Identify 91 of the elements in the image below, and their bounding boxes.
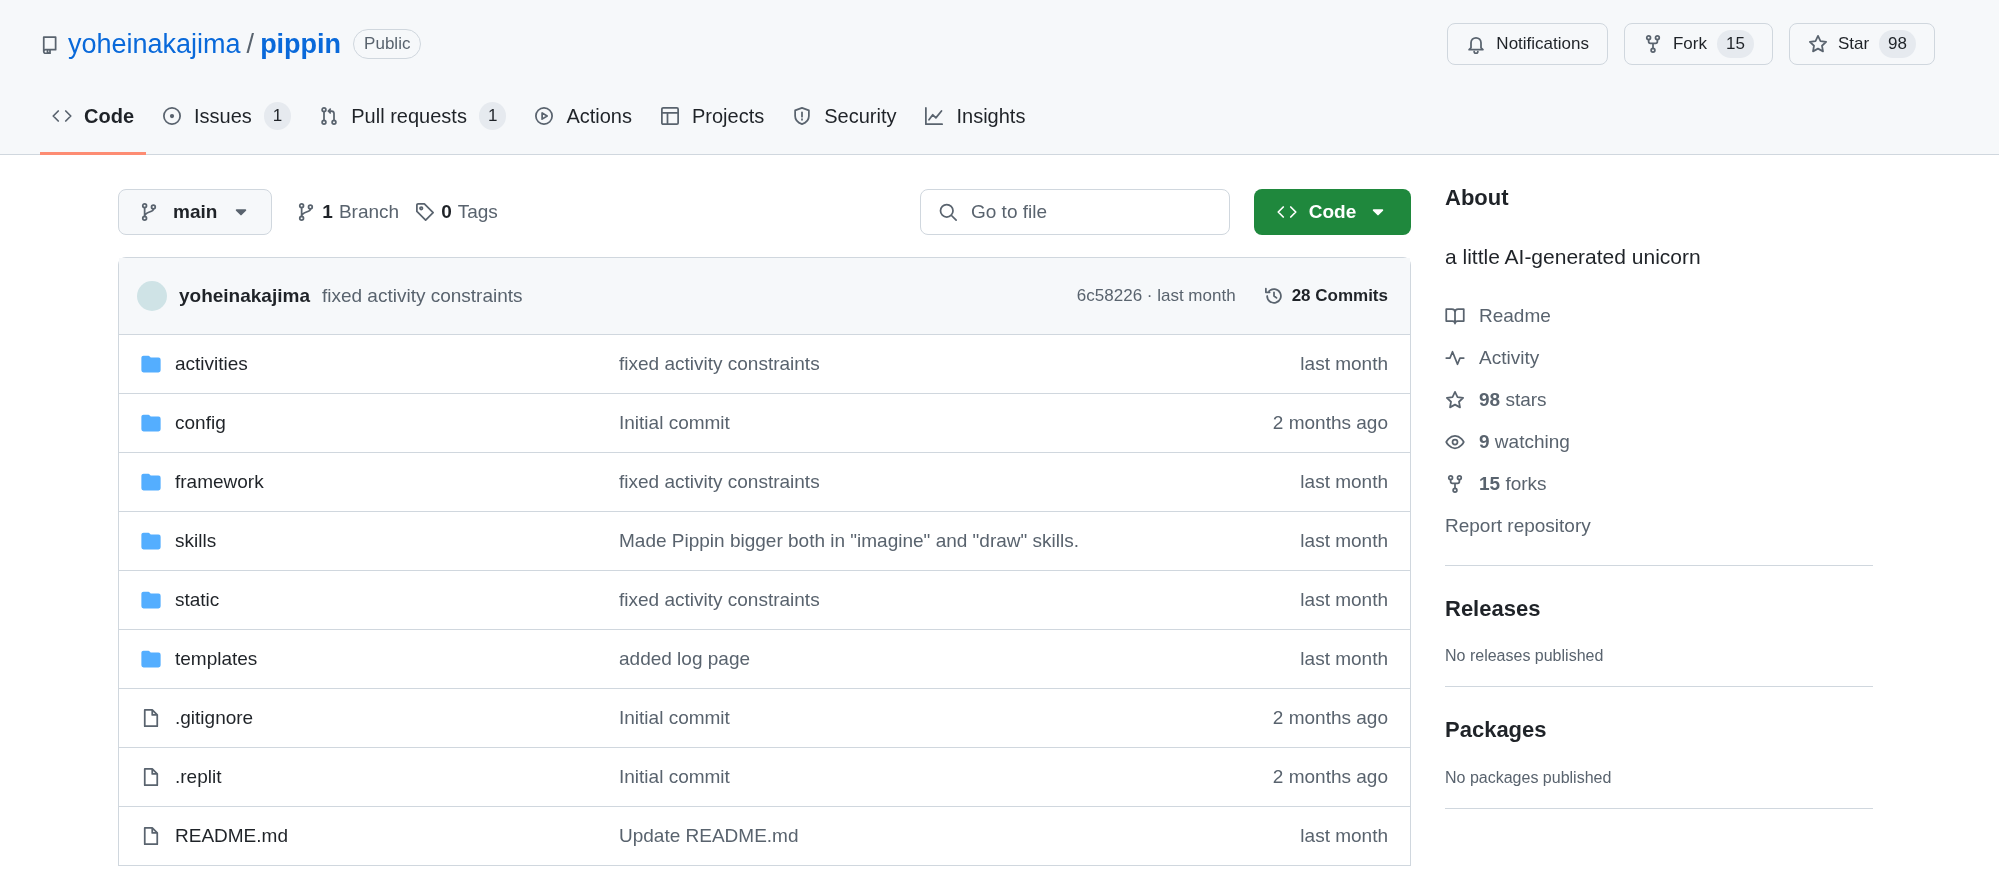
tab[interactable]: Insights <box>912 80 1038 155</box>
play-icon <box>534 106 555 126</box>
commit-time: last month <box>1300 587 1388 612</box>
file-icon <box>141 767 161 787</box>
sidebar-link[interactable]: 15 forks <box>1445 462 1547 505</box>
file-icon <box>141 826 161 846</box>
star-icon <box>1807 34 1828 54</box>
tag-icon <box>415 202 436 222</box>
file-name-link[interactable]: static <box>175 585 220 615</box>
file-name-link[interactable]: README.md <box>175 821 288 851</box>
code-button[interactable]: Code <box>1254 189 1411 235</box>
bell-icon <box>1466 34 1487 54</box>
sidebar-link[interactable]: Report repository <box>1445 504 1591 547</box>
commit-message-link[interactable]: added log page <box>619 647 750 669</box>
file-name-link[interactable]: .replit <box>175 762 222 792</box>
section-heading: About <box>1445 185 1510 212</box>
file-name-link[interactable]: framework <box>175 467 264 497</box>
notifications-button[interactable]: Notifications <box>1447 23 1608 65</box>
commit-time: 2 months ago <box>1272 705 1388 730</box>
commit-message-link[interactable]: Initial commit <box>619 411 730 433</box>
folder-icon <box>141 472 161 492</box>
commit-time: 2 months ago <box>1272 410 1388 435</box>
repository-link[interactable]: pippin <box>260 23 342 65</box>
section-heading: Releases <box>1445 595 1542 623</box>
fork-icon <box>1445 473 1465 494</box>
path-separator: / <box>246 27 255 61</box>
tab[interactable]: Projects <box>647 80 777 155</box>
commit-time: last month <box>1300 351 1388 376</box>
counter: 15 <box>1716 30 1754 58</box>
search-field[interactable]: Go to file <box>920 189 1230 235</box>
sidebar-link[interactable]: Readme <box>1445 294 1551 337</box>
star-button[interactable]: Star 98 <box>1788 23 1935 65</box>
repository-icon <box>40 34 60 54</box>
author-link[interactable]: yoheinakajima <box>179 281 310 311</box>
file-name-link[interactable]: config <box>175 408 226 438</box>
commit-message-link[interactable]: Initial commit <box>619 765 730 787</box>
fork-button[interactable]: Fork 15 <box>1623 23 1773 65</box>
branch-selector[interactable]: main <box>118 189 273 235</box>
commit-time: last month <box>1300 646 1388 671</box>
commit-time: last month <box>1300 823 1388 848</box>
tab[interactable]: Code <box>40 80 146 155</box>
folder-icon <box>141 649 161 669</box>
history-icon <box>1263 286 1284 306</box>
shield-icon <box>792 106 813 126</box>
commit-time: last month <box>1300 528 1388 553</box>
book-icon <box>1445 305 1465 326</box>
folder-icon <box>141 354 161 374</box>
commit-message-link[interactable]: Initial commit <box>619 706 730 728</box>
commit-message-link[interactable]: fixed activity constraints <box>619 588 820 610</box>
avatar <box>137 281 167 311</box>
file-name-link[interactable]: templates <box>175 644 258 674</box>
tab[interactable]: Issues 1 <box>150 80 304 155</box>
commits-link[interactable]: 28 Commits <box>1263 283 1388 309</box>
commit-time: last month <box>1300 469 1388 494</box>
sidebar-link[interactable]: 98 stars <box>1445 378 1547 421</box>
commit-time: 2 months ago <box>1272 764 1388 789</box>
search-icon <box>938 202 958 222</box>
file-name-link[interactable]: skills <box>175 526 217 556</box>
tab[interactable]: Pull requests 1 <box>307 80 519 155</box>
commit-message-link[interactable]: Made Pippin bigger both in "imagine" and "draw" skills. <box>619 529 1079 551</box>
empty-note: No releases published <box>1445 646 1604 667</box>
empty-note: No packages published <box>1445 767 1612 788</box>
star-icon <box>1445 389 1465 410</box>
tab[interactable]: Security <box>780 80 909 155</box>
tags-link[interactable]: 0 Tags <box>415 197 498 227</box>
folder-icon <box>141 413 161 433</box>
file-icon <box>141 708 161 728</box>
commit-message-link[interactable]: Update README.md <box>619 824 799 846</box>
owner-link[interactable]: yoheinakajima <box>68 23 241 65</box>
counter: 1 <box>263 102 292 130</box>
counter: 98 <box>1879 30 1916 58</box>
folder-icon <box>141 531 161 551</box>
repository-description: a little AI-generated unicorn <box>1445 244 1702 271</box>
file-name-link[interactable]: activities <box>175 349 248 379</box>
branches-link[interactable]: 1 Branch <box>296 197 400 227</box>
commit-message-link[interactable]: fixed activity constraints <box>619 470 820 492</box>
counter: 1 <box>478 102 507 130</box>
graph-icon <box>924 106 945 126</box>
sidebar-link[interactable]: 9 watching <box>1445 420 1570 463</box>
tab[interactable]: Actions <box>522 80 644 155</box>
commit-message: fixed activity constraints <box>321 283 523 308</box>
folder-icon <box>141 590 161 610</box>
commit-message-link[interactable]: fixed activity constraints <box>619 352 820 374</box>
commit-meta: 6c58226 · last month <box>1076 285 1236 308</box>
sidebar-link[interactable]: Activity <box>1445 336 1540 379</box>
section-heading: Packages <box>1445 717 1548 744</box>
table-icon <box>659 106 680 126</box>
branch-icon <box>139 202 159 222</box>
pull-request-icon <box>319 106 340 126</box>
circle-dot-icon <box>162 106 182 126</box>
file-name-link[interactable]: .gitignore <box>175 703 254 733</box>
